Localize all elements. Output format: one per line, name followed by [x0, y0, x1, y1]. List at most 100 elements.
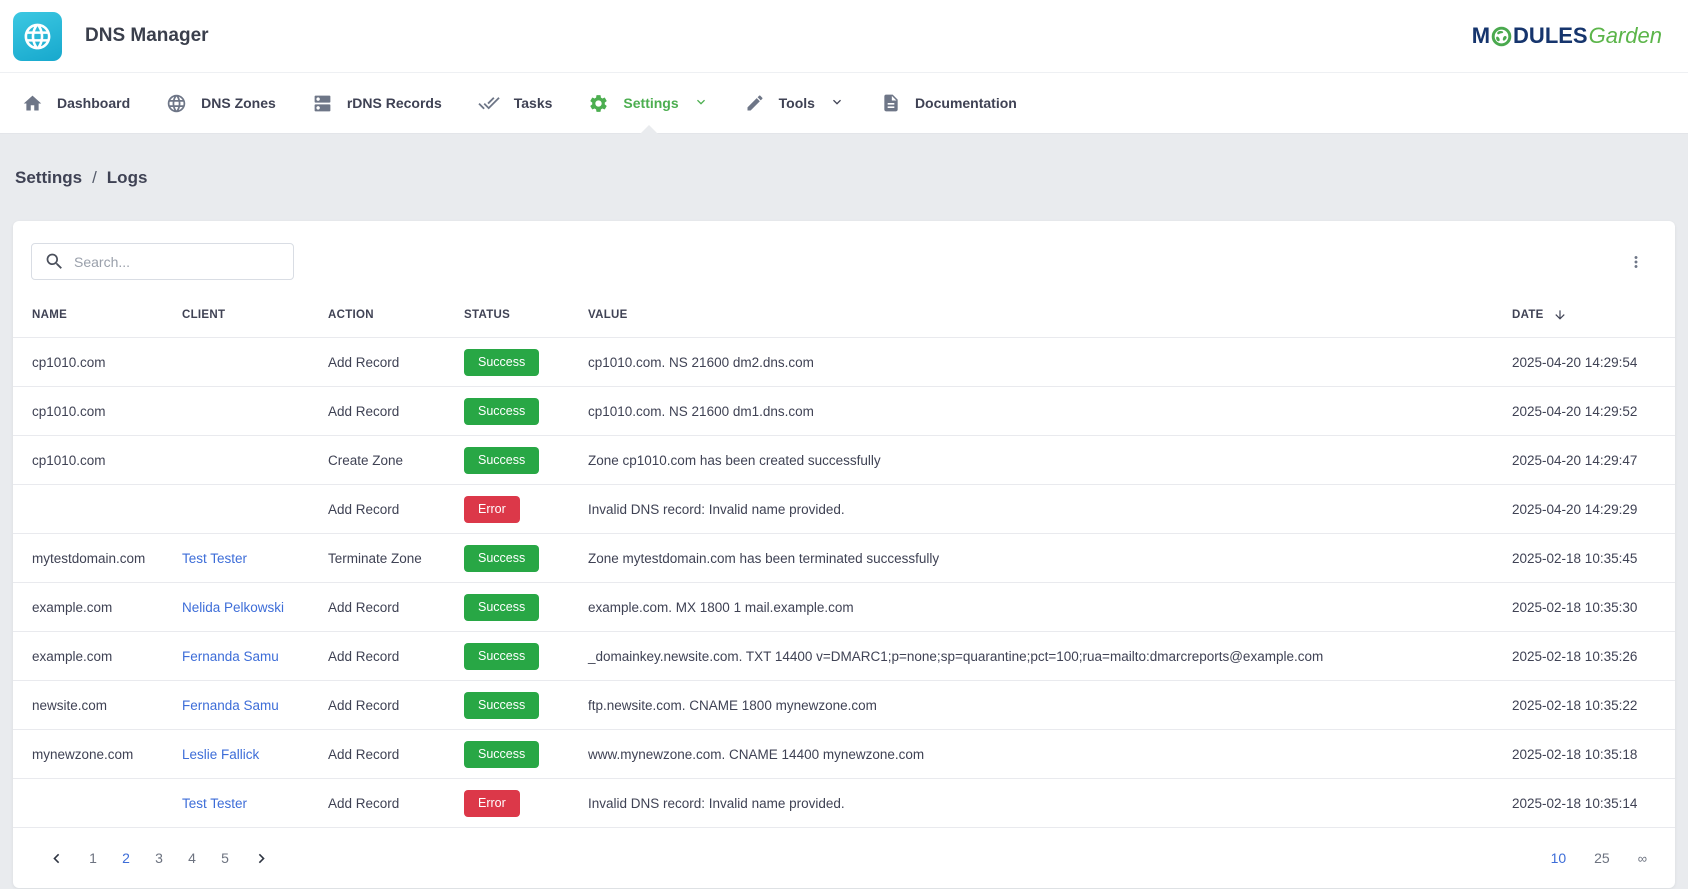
- nav-label: Documentation: [915, 95, 1017, 111]
- nav-item-dashboard[interactable]: Dashboard: [4, 73, 148, 133]
- top-header: DNS Manager M DULES Garden: [0, 0, 1688, 73]
- nav-item-dns-zones[interactable]: DNS Zones: [148, 73, 294, 133]
- cell-client: Fernanda Samu: [163, 632, 309, 681]
- main-navigation: Dashboard DNS Zones rDNS Records Tasks S…: [0, 73, 1688, 134]
- cell-client: Test Tester: [163, 779, 309, 828]
- page-controls: 1 2 3 4 5: [41, 845, 277, 872]
- column-header-date[interactable]: DATE: [1493, 300, 1675, 338]
- cell-value: Zone mytestdomain.com has been terminate…: [569, 534, 1493, 583]
- cell-action: Add Record: [309, 387, 445, 436]
- page-size-10[interactable]: 10: [1551, 850, 1567, 866]
- cell-date: 2025-02-18 10:35:45: [1493, 534, 1675, 583]
- log-table-body: cp1010.com Add Record Success cp1010.com…: [13, 338, 1675, 828]
- logs-table: NAME CLIENT ACTION STATUS VALUE DATE cp1…: [13, 300, 1675, 828]
- nav-label: rDNS Records: [347, 95, 442, 111]
- app-identity: DNS Manager: [13, 12, 209, 61]
- gear-icon: [588, 93, 609, 114]
- dns-servers-icon: [312, 93, 333, 114]
- pagination-bar: 1 2 3 4 5 10 25 ∞: [13, 828, 1675, 888]
- column-header-value[interactable]: VALUE: [569, 300, 1493, 338]
- brand-text-m: M: [1472, 23, 1490, 49]
- status-badge: Success: [464, 398, 539, 425]
- cell-action: Terminate Zone: [309, 534, 445, 583]
- cell-client: [163, 485, 309, 534]
- status-badge: Success: [464, 643, 539, 670]
- cell-name: [13, 485, 163, 534]
- table-row: example.com Fernanda Samu Add Record Suc…: [13, 632, 1675, 681]
- breadcrumb-page: Logs: [107, 168, 148, 188]
- page-size-all-icon[interactable]: ∞: [1638, 851, 1647, 866]
- cell-status: Error: [445, 779, 569, 828]
- document-icon: [881, 93, 901, 113]
- status-badge: Success: [464, 545, 539, 572]
- cell-client: Leslie Fallick: [163, 730, 309, 779]
- client-link[interactable]: Fernanda Samu: [182, 649, 279, 664]
- nav-label: Settings: [623, 95, 678, 111]
- chevron-left-icon[interactable]: [41, 845, 72, 872]
- table-row: mynewzone.com Leslie Fallick Add Record …: [13, 730, 1675, 779]
- page-button-1[interactable]: 1: [81, 845, 105, 871]
- cell-client: Nelida Pelkowski: [163, 583, 309, 632]
- cell-date: 2025-02-18 10:35:18: [1493, 730, 1675, 779]
- nav-item-documentation[interactable]: Documentation: [863, 73, 1035, 133]
- card-toolbar: [13, 221, 1675, 300]
- status-badge: Success: [464, 741, 539, 768]
- cell-status: Success: [445, 534, 569, 583]
- cell-value: www.mynewzone.com. CNAME 14400 mynewzone…: [569, 730, 1493, 779]
- table-row: newsite.com Fernanda Samu Add Record Suc…: [13, 681, 1675, 730]
- globe-icon: [22, 21, 53, 52]
- cell-date: 2025-04-20 14:29:54: [1493, 338, 1675, 387]
- search-box: [31, 243, 294, 280]
- cell-client: [163, 436, 309, 485]
- status-badge: Success: [464, 349, 539, 376]
- table-row: Test Tester Add Record Error Invalid DNS…: [13, 779, 1675, 828]
- page-button-2[interactable]: 2: [114, 845, 138, 871]
- search-input[interactable]: [31, 243, 294, 280]
- page-button-3[interactable]: 3: [147, 845, 171, 871]
- column-header-status[interactable]: STATUS: [445, 300, 569, 338]
- page-button-5[interactable]: 5: [213, 845, 237, 871]
- cell-date: 2025-02-18 10:35:26: [1493, 632, 1675, 681]
- cell-status: Success: [445, 387, 569, 436]
- cell-date: 2025-02-18 10:35:30: [1493, 583, 1675, 632]
- pencil-icon: [745, 93, 765, 113]
- cell-name: cp1010.com: [13, 436, 163, 485]
- nav-item-rdns-records[interactable]: rDNS Records: [294, 73, 460, 133]
- home-icon: [22, 93, 43, 114]
- cell-value: Zone cp1010.com has been created success…: [569, 436, 1493, 485]
- client-link[interactable]: Fernanda Samu: [182, 698, 279, 713]
- client-link[interactable]: Nelida Pelkowski: [182, 600, 284, 615]
- nav-item-tasks[interactable]: Tasks: [460, 73, 571, 133]
- cell-name: mynewzone.com: [13, 730, 163, 779]
- cell-action: Add Record: [309, 730, 445, 779]
- cell-value: cp1010.com. NS 21600 dm1.dns.com: [569, 387, 1493, 436]
- client-link[interactable]: Leslie Fallick: [182, 747, 259, 762]
- cell-value: _domainkey.newsite.com. TXT 14400 v=DMAR…: [569, 632, 1493, 681]
- cell-date: 2025-02-18 10:35:14: [1493, 779, 1675, 828]
- client-link[interactable]: Test Tester: [182, 551, 247, 566]
- nav-item-tools[interactable]: Tools: [727, 73, 863, 133]
- logs-card: NAME CLIENT ACTION STATUS VALUE DATE cp1…: [13, 221, 1675, 888]
- cell-name: mytestdomain.com: [13, 534, 163, 583]
- page-size-25[interactable]: 25: [1594, 850, 1610, 866]
- cell-value: example.com. MX 1800 1 mail.example.com: [569, 583, 1493, 632]
- cell-value: Invalid DNS record: Invalid name provide…: [569, 779, 1493, 828]
- status-badge: Error: [464, 790, 520, 817]
- page-size-controls: 10 25 ∞: [1551, 850, 1647, 866]
- column-header-name[interactable]: NAME: [13, 300, 163, 338]
- client-link[interactable]: Test Tester: [182, 796, 247, 811]
- breadcrumb-section[interactable]: Settings: [15, 168, 82, 188]
- nav-item-settings[interactable]: Settings: [570, 73, 726, 133]
- nav-label: Tasks: [514, 95, 553, 111]
- cell-action: Create Zone: [309, 436, 445, 485]
- column-header-action[interactable]: ACTION: [309, 300, 445, 338]
- kebab-menu-icon[interactable]: [1621, 247, 1651, 277]
- breadcrumb: Settings / Logs: [0, 134, 1688, 221]
- chevron-down-icon: [693, 94, 709, 113]
- cell-date: 2025-04-20 14:29:52: [1493, 387, 1675, 436]
- chevron-right-icon[interactable]: [246, 845, 277, 872]
- page-button-4[interactable]: 4: [180, 845, 204, 871]
- nav-label: DNS Zones: [201, 95, 276, 111]
- column-header-client[interactable]: CLIENT: [163, 300, 309, 338]
- cell-action: Add Record: [309, 681, 445, 730]
